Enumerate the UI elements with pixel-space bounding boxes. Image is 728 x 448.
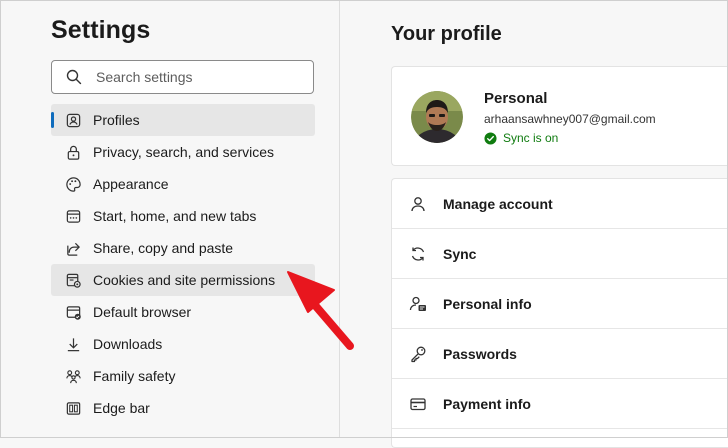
nav-item-label: Edge bar	[93, 400, 150, 416]
profiles-icon	[64, 111, 82, 129]
edge-bar-icon	[64, 399, 82, 417]
nav-item-appearance[interactable]: Appearance	[51, 168, 315, 200]
nav-item-label: Downloads	[93, 336, 163, 352]
nav-item-label: Family safety	[93, 368, 176, 384]
annotation-arrow	[287, 271, 354, 350]
settings-title: Settings	[51, 16, 151, 44]
cookies-permissions-icon	[64, 271, 82, 289]
profile-name: Personal	[484, 90, 548, 107]
personal-info-icon	[409, 295, 427, 313]
nav-item-share[interactable]: Share, copy and paste	[51, 232, 315, 264]
menu-item-label: Manage account	[443, 195, 553, 212]
person-icon	[409, 195, 427, 213]
palette-icon	[64, 175, 82, 193]
nav-item-edge-bar[interactable]: Edge bar	[51, 392, 315, 424]
menu-item-passwords[interactable]: Passwords	[392, 329, 728, 379]
nav-item-label: Privacy, search, and services	[93, 144, 275, 160]
sync-status: Sync is on	[484, 131, 558, 145]
nav-item-downloads[interactable]: Downloads	[51, 328, 315, 360]
settings-nav: Profiles Privacy, search, and services A…	[51, 104, 315, 424]
nav-item-label: Share, copy and paste	[93, 240, 234, 256]
share-icon	[64, 239, 82, 257]
check-circle-icon	[484, 131, 497, 145]
sync-icon	[409, 245, 427, 263]
main-content: Your profile Personal arhaansawhney007@g…	[341, 0, 728, 448]
avatar[interactable]	[411, 91, 463, 143]
browser-icon	[64, 303, 82, 321]
search-input[interactable]	[96, 61, 306, 93]
search-box[interactable]	[51, 60, 314, 94]
lock-icon	[64, 143, 82, 161]
menu-item-label: Sync	[443, 245, 477, 262]
menu-item-label: Passwords	[443, 345, 517, 362]
sync-status-text: Sync is on	[503, 131, 559, 145]
family-icon	[64, 367, 82, 385]
nav-item-profiles[interactable]: Profiles	[51, 104, 315, 136]
menu-item-label: Payment info	[443, 395, 531, 412]
settings-sidebar: Settings Profiles Privacy, search, and s…	[0, 0, 340, 438]
menu-item-personal-info[interactable]: Personal info	[392, 279, 728, 329]
card-icon	[409, 395, 427, 413]
window-icon	[64, 207, 82, 225]
menu-item-sync[interactable]: Sync	[392, 229, 728, 279]
nav-item-label: Default browser	[93, 304, 192, 320]
nav-item-label: Cookies and site permissions	[93, 272, 276, 288]
download-icon	[64, 335, 82, 353]
menu-item-payment-info[interactable]: Payment info	[392, 379, 728, 429]
nav-item-label: Appearance	[93, 176, 169, 192]
page-title: Your profile	[391, 23, 502, 45]
profile-card: Personal arhaansawhney007@gmail.com Sync…	[391, 66, 728, 166]
nav-item-privacy[interactable]: Privacy, search, and services	[51, 136, 315, 168]
profile-email: arhaansawhney007@gmail.com	[484, 112, 656, 126]
nav-item-label: Start, home, and new tabs	[93, 208, 257, 224]
nav-item-cookies[interactable]: Cookies and site permissions	[51, 264, 315, 296]
menu-item-manage-account[interactable]: Manage account	[392, 179, 728, 229]
nav-item-family-safety[interactable]: Family safety	[51, 360, 315, 392]
nav-item-start-home[interactable]: Start, home, and new tabs	[51, 200, 315, 232]
key-icon	[409, 345, 427, 363]
profile-menu: Manage account Sync Personal info Passwo…	[391, 178, 728, 448]
nav-item-label: Profiles	[93, 112, 140, 128]
menu-item-label: Personal info	[443, 295, 532, 312]
nav-item-default-browser[interactable]: Default browser	[51, 296, 315, 328]
search-icon	[66, 69, 82, 85]
